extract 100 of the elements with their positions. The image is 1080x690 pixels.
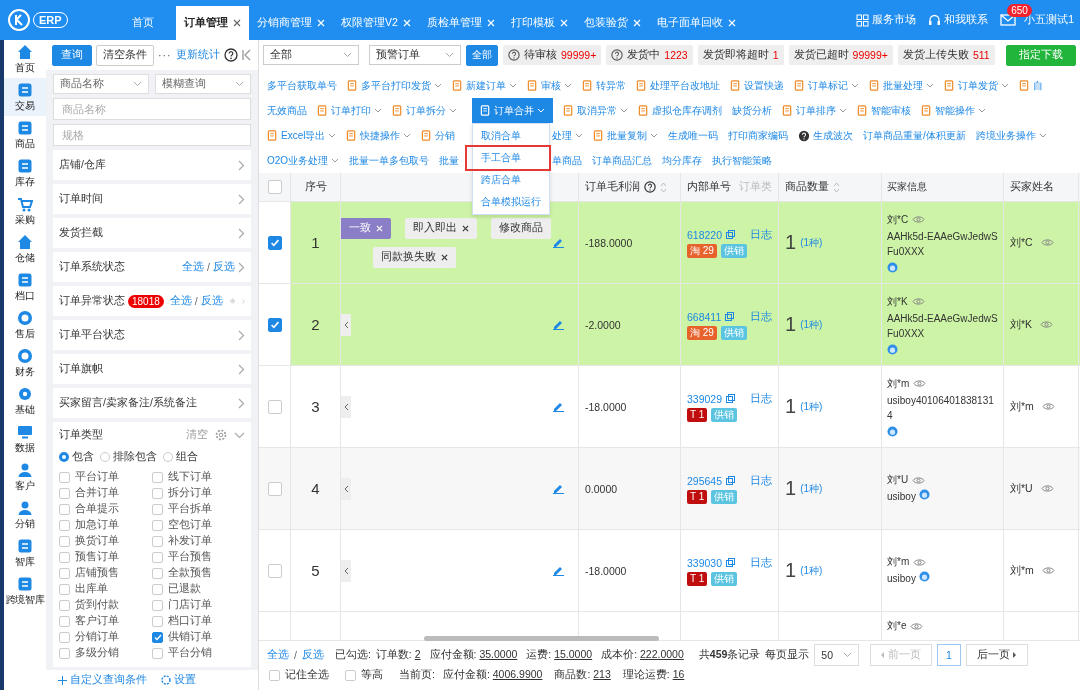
toolbar-button[interactable]: 订单拆分 [392,103,457,118]
nav-item[interactable]: 数据 [4,420,46,458]
radio-option[interactable]: 排除包含 [100,450,157,464]
chevron-icon[interactable] [234,431,245,439]
eye-icon[interactable] [1041,566,1055,575]
nav-item[interactable]: 仓储 [4,230,46,268]
kinds-link[interactable]: (1种) [800,563,823,578]
checkbox-option[interactable]: 平台分销 [152,645,245,661]
contact-link[interactable]: 和我联系 [928,13,989,27]
copy-icon[interactable] [726,476,736,485]
nav-item[interactable]: 跨境智库 [4,572,46,610]
page-size-select[interactable]: 50 [814,644,859,666]
copy-icon[interactable] [726,394,736,403]
copy-icon[interactable] [726,230,736,239]
log-link[interactable]: 日志 [750,227,772,242]
page-button[interactable]: 1 [937,644,961,666]
toolbar-button[interactable]: 处理 [552,128,583,143]
toolbar-button[interactable]: 订单商品重量/体积更新 [863,128,966,143]
checkbox-option[interactable]: 平台订单 [59,469,152,485]
checkbox-option[interactable]: 空包订单 [152,517,245,533]
filter-section[interactable]: 买家留言/卖家备注/系统备注 [53,388,251,418]
chat-icon[interactable] [887,425,898,437]
toolbar-button[interactable]: 新建订单 [452,78,517,93]
kinds-link[interactable]: (1种) [800,235,823,250]
filter-section[interactable]: 订单异常状态 18018 全选 / 反选 [53,286,251,316]
toolbar-button[interactable]: 订单商品汇总 [592,153,652,168]
pencil-icon[interactable] [553,400,564,412]
remember-select-checkbox[interactable]: 记住全选 [269,668,329,682]
collapse-button[interactable] [341,395,351,418]
filter-section[interactable]: 订单时间 [53,184,251,214]
toolbar-button[interactable]: 快捷操作 [346,128,412,143]
all-button[interactable]: 全部 [466,44,498,66]
update-stats-link[interactable]: 更新统计 [175,48,220,62]
nav-item[interactable]: 首页 [4,40,46,78]
chat-icon[interactable] [918,571,930,582]
toolbar-button[interactable]: 执行智能策略 [712,153,772,168]
settings-icon[interactable] [215,429,227,441]
checkbox-option[interactable]: 已退款 [152,581,245,597]
help-icon[interactable] [223,48,238,62]
select-all-link[interactable]: 全选 [169,294,192,308]
toolbar-button[interactable]: 多平台打印发货 [347,78,442,93]
select-all-link[interactable]: 全选 [182,260,205,274]
checkbox-option[interactable]: 预售订单 [59,549,152,565]
eye-icon[interactable] [913,557,927,567]
nav-item[interactable]: 客户 [4,458,46,496]
filter-section[interactable]: 店铺/仓库 [53,150,251,180]
radio-option[interactable]: 组合 [163,450,198,464]
eye-icon[interactable] [911,297,925,306]
toolbar-button[interactable]: Excel导出 [267,128,337,143]
close-icon[interactable] [441,253,448,261]
toolbar-button[interactable]: 分销 [421,128,456,143]
filter-section[interactable]: 订单旗帜 [53,354,251,384]
toolbar-button[interactable]: 订单标记 [794,78,859,93]
page-tab[interactable]: 权限管理V2 [333,6,419,40]
page-tab[interactable]: 质检单管理 [418,6,503,40]
toolbar-button[interactable]: 订单打印 [317,103,382,118]
invert-link[interactable]: 反选 [301,648,324,662]
invert-link[interactable]: 反选 [213,260,235,274]
toolbar-button[interactable]: 审核 [527,78,572,93]
status-filter-button[interactable]: 待审核 99999+ [503,45,602,65]
checkbox-option[interactable]: 平台预售 [152,549,245,565]
toolbar-button[interactable]: 均分库存 [662,153,702,168]
nav-item[interactable]: 交易 [4,78,46,116]
row-checkbox[interactable] [267,481,282,496]
collapse-button[interactable] [341,313,351,336]
status-filter-button[interactable]: 发货已超时 99999+ [788,45,893,65]
status-filter-button[interactable]: 发货上传失败 511 [897,45,995,65]
pencil-icon[interactable] [553,236,564,248]
select-all-link[interactable]: 全选 [267,648,289,662]
toolbar-button[interactable]: 批量 [439,153,460,168]
toolbar-button[interactable]: O2O业务处理 [267,153,340,168]
toolbar-button[interactable]: 多平台获取单号 [267,78,337,93]
select-field[interactable]: 预警订单 [369,45,461,65]
settings-link[interactable]: 设置 [161,673,196,687]
sort-icon[interactable] [833,181,840,193]
log-link[interactable]: 日志 [750,309,772,324]
copy-icon[interactable] [725,312,735,321]
filter-section[interactable]: 发货拦截 [53,218,251,248]
toolbar-button[interactable]: 单商品 [552,153,582,168]
menu-item[interactable]: 手工合单 [467,147,549,169]
eye-icon[interactable] [912,215,926,224]
toolbar-button[interactable]: 处理平台改地址 [636,78,720,93]
toolbar-button[interactable]: 取消异常 [563,103,628,118]
page-tab[interactable]: 首页 [120,6,176,40]
toolbar-button[interactable]: 设置快递 [730,78,784,93]
checkbox-option[interactable]: 分销订单 [59,629,152,645]
toolbar-button[interactable]: 生成唯一码 [668,128,718,143]
toolbar-button[interactable]: 生成波次 [798,128,853,143]
checkbox-option[interactable]: 店铺预售 [59,565,152,581]
page-tab[interactable]: 订单管理 [176,6,249,40]
chat-icon[interactable] [887,343,898,355]
chat-icon[interactable] [887,261,898,273]
nav-item[interactable]: 基础 [4,382,46,420]
order-number-link[interactable]: 339029 [687,392,723,405]
toolbar-button[interactable]: 缺货分析 [732,103,772,118]
checkbox-option[interactable]: 补发订单 [152,533,245,549]
toolbar-button[interactable]: 批量复制 [593,128,658,143]
order-number-link[interactable]: 295645 [687,474,723,487]
close-icon[interactable] [462,224,469,232]
toolbar-button[interactable]: 订单发货 [944,78,1009,93]
